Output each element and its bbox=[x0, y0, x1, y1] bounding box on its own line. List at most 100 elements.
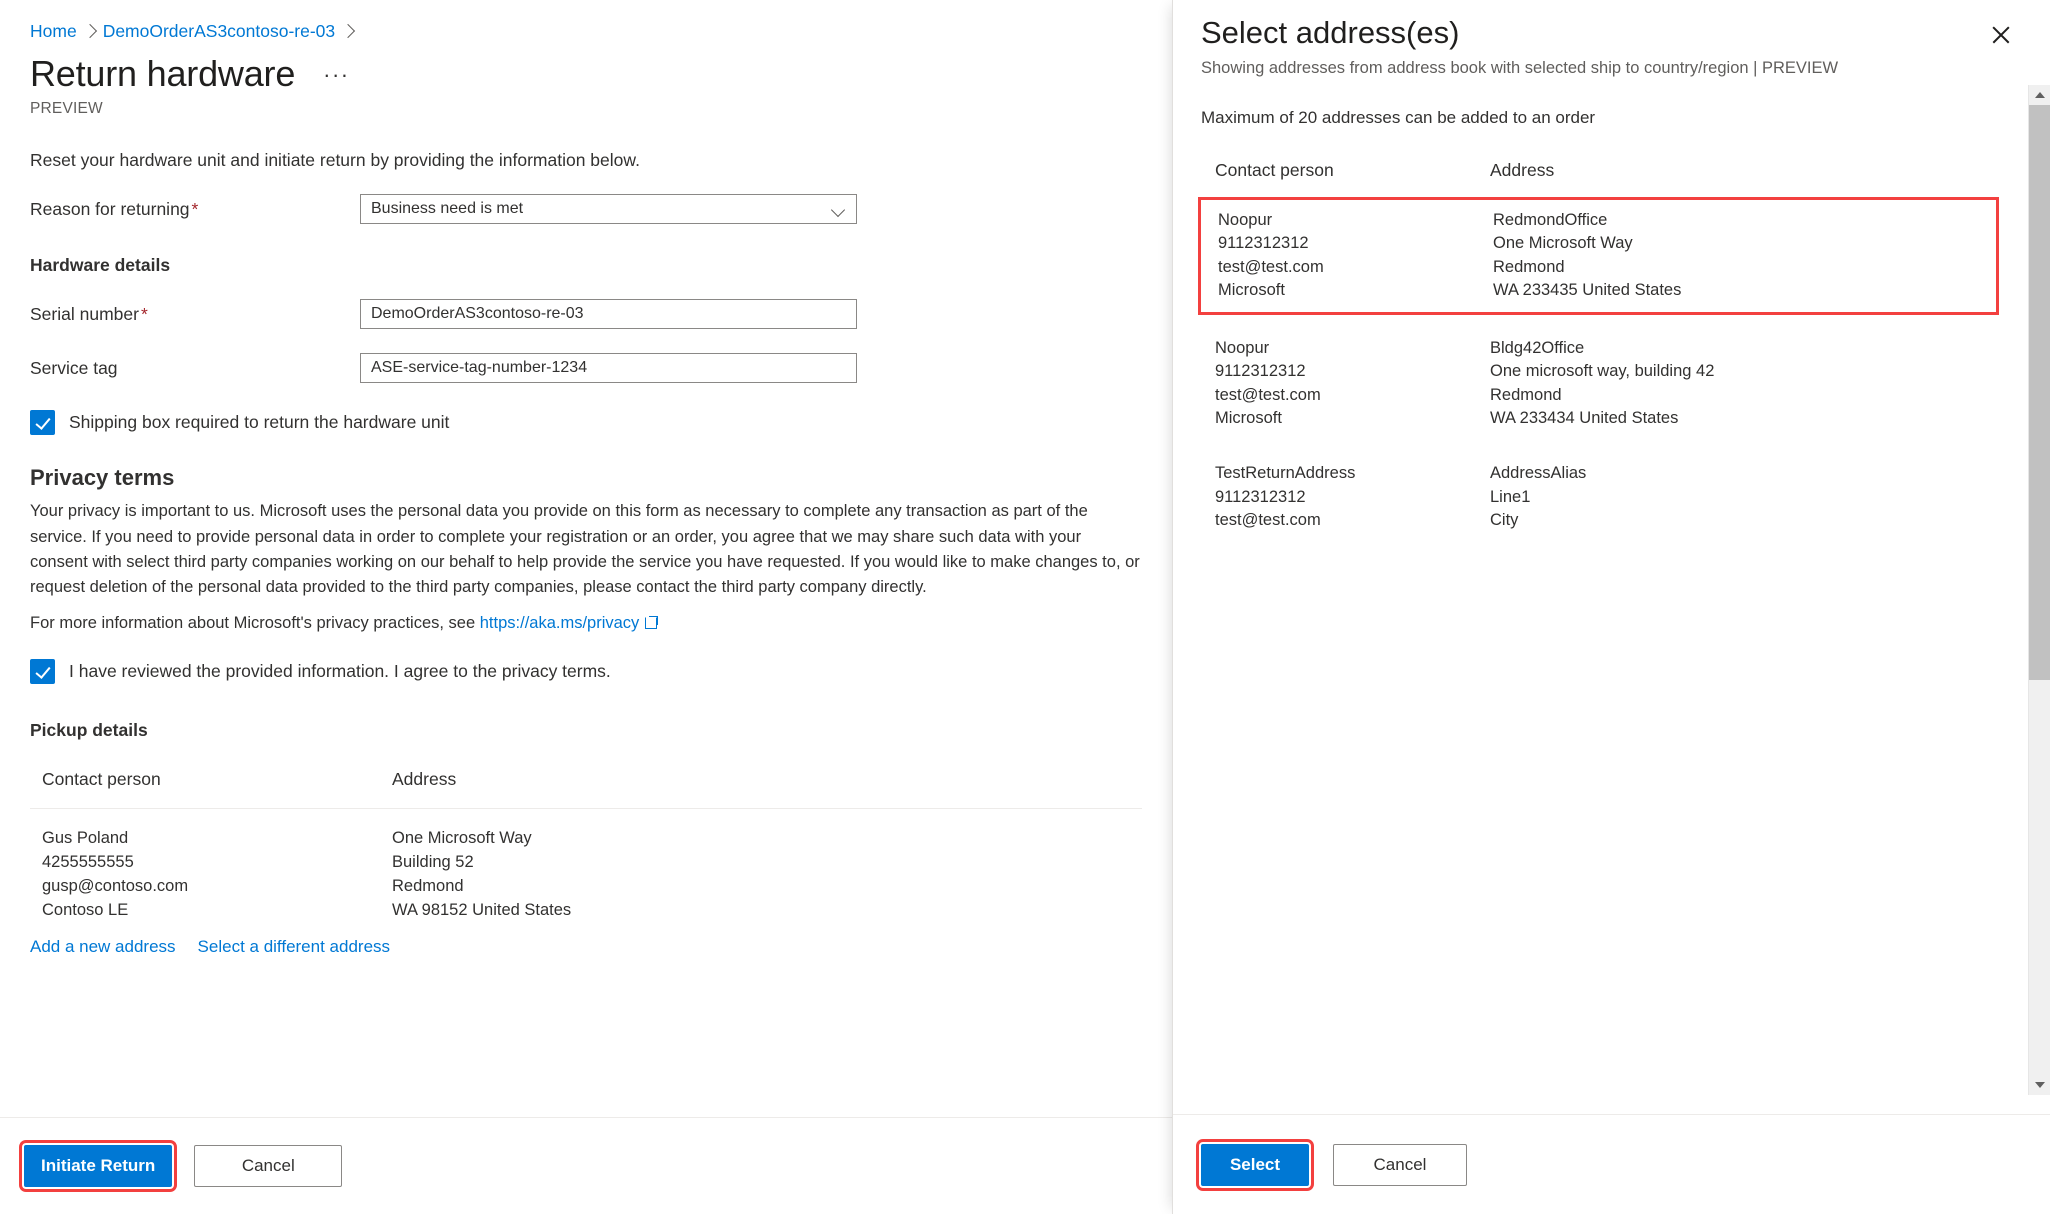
address-contact-line: 9112312312 bbox=[1218, 234, 1309, 253]
select-button[interactable]: Select bbox=[1196, 1138, 1314, 1191]
page-title: Return hardware bbox=[30, 53, 296, 94]
service-tag-row: Service tag bbox=[30, 352, 1142, 384]
address-address-line: WA 233435 United States bbox=[1493, 281, 1682, 300]
address-address-line: One Microsoft Way bbox=[1493, 234, 1633, 253]
scrollbar-thumb[interactable] bbox=[2029, 105, 2050, 680]
pickup-contact-line: gusp@contoso.com bbox=[42, 877, 189, 896]
shipping-box-checkbox-row[interactable]: Shipping box required to return the hard… bbox=[30, 410, 1142, 436]
address-address-line: AddressAlias bbox=[1490, 464, 1587, 483]
scroll-up-icon[interactable] bbox=[2029, 85, 2050, 105]
close-icon[interactable] bbox=[1984, 18, 2018, 52]
shipping-box-checkbox-label[interactable]: Shipping box required to return the hard… bbox=[69, 412, 449, 433]
address-list-item[interactable]: Noopur 9112312312 test@test.com Microsof… bbox=[1201, 315, 1996, 441]
pickup-details-table: Contact person Address Gus Poland 425555… bbox=[30, 769, 1142, 923]
return-hardware-scroll-region: Home DemoOrderAS3contoso-re-03 Return ha… bbox=[0, 0, 1172, 1117]
app-root: Home DemoOrderAS3contoso-re-03 Return ha… bbox=[0, 0, 2050, 1214]
breadcrumb-item-order[interactable]: DemoOrderAS3contoso-re-03 bbox=[103, 21, 335, 42]
privacy-terms-body: Your privacy is important to us. Microso… bbox=[30, 502, 1140, 597]
address-address-line: Line1 bbox=[1490, 487, 1531, 506]
reason-label-text: Reason for returning bbox=[30, 198, 190, 219]
privacy-terms-heading: Privacy terms bbox=[30, 465, 175, 491]
pickup-column-contact-person: Contact person bbox=[42, 769, 161, 790]
pickup-contact-cell: Gus Poland 4255555555 gusp@contoso.com C… bbox=[30, 827, 392, 923]
address-contact-line: test@test.com bbox=[1218, 257, 1324, 276]
pickup-details-heading: Pickup details bbox=[30, 720, 148, 741]
service-tag-label: Service tag bbox=[30, 357, 118, 378]
address-contact-line: 9112312312 bbox=[1215, 362, 1306, 381]
add-new-address-link[interactable]: Add a new address bbox=[30, 937, 176, 957]
address-contact-cell: Noopur 9112312312 test@test.com Microsof… bbox=[1201, 209, 1493, 303]
select-different-address-link[interactable]: Select a different address bbox=[198, 937, 390, 957]
initiate-return-button[interactable]: Initiate Return bbox=[18, 1140, 178, 1192]
panel-subtitle: Showing addresses from address book with… bbox=[1201, 58, 1839, 77]
address-column-address: Address bbox=[1490, 160, 1555, 180]
intro-text: Reset your hardware unit and initiate re… bbox=[30, 150, 640, 171]
pickup-table-header: Contact person Address bbox=[30, 769, 1142, 810]
panel-max-addresses-note: Maximum of 20 addresses can be added to … bbox=[1201, 107, 1596, 127]
address-address-line: WA 233434 United States bbox=[1490, 408, 1679, 427]
more-options-icon[interactable]: ··· bbox=[317, 64, 355, 94]
serial-number-row: Serial number * bbox=[30, 298, 1142, 330]
privacy-more-info-text: For more information about Microsoft's p… bbox=[30, 614, 476, 633]
chevron-right-icon bbox=[82, 23, 97, 39]
pickup-address-line: One Microsoft Way bbox=[392, 829, 532, 848]
privacy-policy-link[interactable]: https://aka.ms/privacy bbox=[480, 614, 640, 632]
panel-scrollbar[interactable] bbox=[2028, 85, 2050, 1095]
address-contact-line: Noopur bbox=[1218, 211, 1273, 229]
pickup-address-line: Building 52 bbox=[392, 853, 474, 872]
pickup-contact-line: Gus Poland bbox=[42, 829, 129, 848]
chevron-right-icon bbox=[341, 23, 356, 39]
address-column-contact-person: Contact person bbox=[1215, 160, 1334, 180]
service-tag-input[interactable] bbox=[360, 353, 857, 384]
pickup-address-cell: One Microsoft Way Building 52 Redmond WA… bbox=[392, 827, 1142, 923]
address-contact-cell: Noopur 9112312312 test@test.com Microsof… bbox=[1201, 337, 1490, 431]
address-list-item[interactable]: Noopur 9112312312 test@test.com Microsof… bbox=[1198, 197, 1999, 315]
privacy-consent-checkbox-label[interactable]: I have reviewed the provided information… bbox=[69, 661, 611, 682]
breadcrumb: Home DemoOrderAS3contoso-re-03 bbox=[30, 16, 1142, 46]
reason-for-returning-select[interactable] bbox=[360, 194, 857, 225]
address-action-links: Add a new address Select a different add… bbox=[30, 937, 1142, 957]
return-hardware-pane: Home DemoOrderAS3contoso-re-03 Return ha… bbox=[0, 0, 1172, 1214]
address-address-line: City bbox=[1490, 511, 1519, 530]
address-contact-line: test@test.com bbox=[1215, 385, 1321, 404]
triangle-up-icon bbox=[2034, 92, 2045, 98]
panel-cancel-button[interactable]: Cancel bbox=[1333, 1143, 1467, 1186]
panel-footer-bar: Select Cancel bbox=[1173, 1114, 2050, 1214]
external-link-icon bbox=[645, 616, 659, 630]
serial-number-label: Serial number * bbox=[30, 304, 360, 325]
shipping-box-checkbox[interactable] bbox=[30, 410, 55, 436]
address-contact-cell: TestReturnAddress 9112312312 test@test.c… bbox=[1201, 462, 1490, 532]
pickup-table-row: Gus Poland 4255555555 gusp@contoso.com C… bbox=[30, 809, 1142, 923]
pickup-contact-line: Contoso LE bbox=[42, 901, 129, 920]
privacy-consent-checkbox[interactable] bbox=[30, 659, 55, 685]
address-address-cell: AddressAlias Line1 City bbox=[1490, 462, 1996, 532]
address-contact-line: Noopur bbox=[1215, 338, 1270, 357]
preview-badge: PREVIEW bbox=[30, 100, 103, 118]
address-address-cell: Bldg42Office One microsoft way, building… bbox=[1490, 337, 1996, 431]
page-title-row: Return hardware ··· bbox=[30, 53, 1142, 94]
address-address-line: Redmond bbox=[1490, 385, 1562, 404]
address-address-line: Bldg42Office bbox=[1490, 338, 1585, 357]
scroll-down-icon[interactable] bbox=[2029, 1075, 2050, 1095]
triangle-down-icon bbox=[2034, 1082, 2045, 1088]
reason-for-returning-label: Reason for returning * bbox=[30, 199, 360, 220]
address-contact-line: 9112312312 bbox=[1215, 487, 1306, 506]
serial-number-input[interactable] bbox=[360, 299, 857, 330]
breadcrumb-item-home[interactable]: Home bbox=[30, 21, 77, 42]
pickup-address-line: WA 98152 United States bbox=[392, 901, 572, 920]
panel-title: Select address(es) bbox=[1201, 15, 1460, 50]
address-table-header: Contact person Address bbox=[1201, 160, 1996, 197]
cancel-button[interactable]: Cancel bbox=[194, 1145, 343, 1187]
address-list-item[interactable]: TestReturnAddress 9112312312 test@test.c… bbox=[1201, 440, 1996, 542]
pickup-column-address: Address bbox=[392, 769, 457, 790]
address-contact-line: TestReturnAddress bbox=[1215, 464, 1356, 483]
address-address-line: One microsoft way, building 42 bbox=[1490, 362, 1715, 381]
address-list-region: Contact person Address Noopur 9112312312… bbox=[1173, 160, 2050, 1114]
required-marker: * bbox=[140, 303, 148, 324]
privacy-consent-checkbox-row[interactable]: I have reviewed the provided information… bbox=[30, 659, 1142, 685]
address-address-line: Redmond bbox=[1493, 257, 1565, 276]
select-addresses-panel: Select address(es) Showing addresses fro… bbox=[1172, 0, 2050, 1214]
address-address-line: RedmondOffice bbox=[1493, 211, 1608, 229]
required-marker: * bbox=[191, 198, 199, 219]
pickup-contact-line: 4255555555 bbox=[42, 853, 134, 872]
